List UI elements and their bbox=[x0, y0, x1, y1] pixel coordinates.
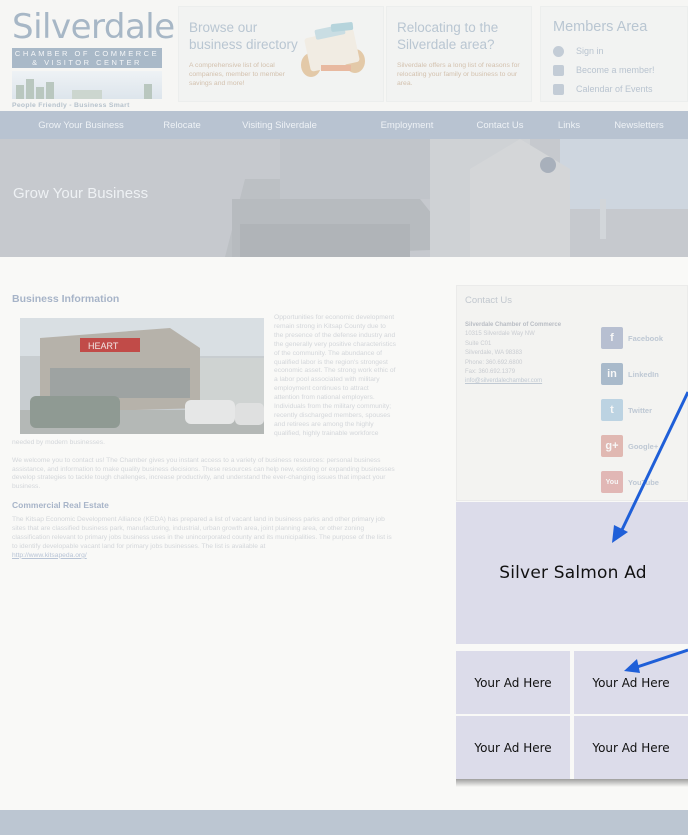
hero-title: Grow Your Business bbox=[13, 185, 149, 202]
twitter-label: Twitter bbox=[628, 405, 653, 415]
promo-relocating[interactable]: Relocating to the Silverdale area? Silve… bbox=[386, 6, 532, 102]
keda-link[interactable]: http://www.kitsapeda.org/ bbox=[12, 552, 87, 559]
contact-fax: Fax: 360.692.1379 bbox=[465, 369, 516, 376]
site-logo[interactable]: Silverdale CHAMBER OF COMMERCE & VISITOR… bbox=[12, 7, 175, 109]
store-sign-text: HEART bbox=[88, 341, 119, 351]
logo-tagline: People Friendly - Business Smart bbox=[12, 102, 130, 109]
commercial-real-estate-heading: Commercial Real Estate bbox=[12, 500, 109, 511]
address-line: Suite C01 bbox=[465, 340, 492, 347]
members-area: Members Area Sign in Become a member! Ca… bbox=[540, 6, 688, 102]
nav-links[interactable]: Links bbox=[543, 120, 595, 131]
facebook-label: Facebook bbox=[628, 333, 664, 343]
ad-slot-4[interactable]: Your Ad Here bbox=[574, 716, 688, 779]
nav-contact-us[interactable]: Contact Us bbox=[457, 120, 543, 131]
promo-relocating-title: Relocating to the Silverdale area? bbox=[397, 20, 499, 52]
commercial-real-estate-text: The Kitsap Economic Development Alliance… bbox=[12, 516, 396, 561]
hero-banner: Grow Your Business bbox=[0, 139, 688, 257]
social-linkedin[interactable]: in LinkedIn bbox=[601, 356, 688, 392]
google-plus-label: Google+ bbox=[628, 441, 659, 451]
contact-us-title: Contact Us bbox=[465, 295, 512, 306]
ad-slot-label: Your Ad Here bbox=[474, 675, 552, 690]
facebook-icon: f bbox=[601, 327, 623, 349]
logo-wordmark: Silverdale bbox=[12, 7, 175, 47]
user-icon bbox=[553, 45, 564, 57]
ad-silver-salmon[interactable]: Silver Salmon Ad bbox=[456, 502, 688, 644]
sign-in-label: Sign in bbox=[576, 46, 604, 56]
promo-directory-text: A comprehensive list of local companies,… bbox=[189, 62, 285, 87]
calendar-label: Calendar of Events bbox=[576, 84, 653, 94]
main-nav: Grow Your Business Relocate Visiting Sil… bbox=[0, 111, 688, 139]
members-area-title: Members Area bbox=[553, 19, 648, 35]
site-footer bbox=[0, 810, 688, 835]
logo-landscape-art bbox=[12, 71, 162, 99]
commercial-real-estate-para: The Kitsap Economic Development Alliance… bbox=[12, 516, 392, 550]
logo-subtitle: CHAMBER OF COMMERCE & VISITOR CENTER bbox=[12, 48, 162, 68]
business-info-section: Business Information HEART Opportunities… bbox=[12, 293, 396, 561]
ad-shadow bbox=[456, 779, 688, 787]
ad-slot-1[interactable]: Your Ad Here bbox=[456, 651, 570, 714]
social-links: f Facebook in LinkedIn t Twitter g+ Goog… bbox=[601, 320, 688, 500]
arrow-right-icon bbox=[553, 64, 564, 76]
address-line: 10315 Silverdale Way NW bbox=[465, 331, 535, 338]
promo-relocating-text: Silverdale offers a long list of reasons… bbox=[397, 62, 520, 87]
linkedin-label: LinkedIn bbox=[628, 369, 659, 379]
ad-silver-salmon-label: Silver Salmon Ad bbox=[499, 563, 647, 583]
social-youtube[interactable]: You YouTube bbox=[601, 464, 688, 500]
address-line: Silverdale, WA 98383 bbox=[465, 350, 523, 357]
become-member-link[interactable]: Become a member! bbox=[553, 62, 675, 78]
business-info-text: HEART Opportunities for economic develop… bbox=[12, 314, 396, 492]
nav-visiting-silverdale[interactable]: Visiting Silverdale bbox=[202, 120, 357, 131]
sign-in-link[interactable]: Sign in bbox=[553, 43, 675, 59]
linkedin-icon: in bbox=[601, 363, 623, 385]
business-info-para2: We welcome you to contact us! The Chambe… bbox=[12, 456, 395, 491]
nav-grow-your-business[interactable]: Grow Your Business bbox=[0, 120, 162, 131]
calendar-link[interactable]: Calendar of Events bbox=[553, 81, 675, 97]
contact-org-name: Silverdale Chamber of Commerce bbox=[465, 322, 562, 328]
ad-slot-label: Your Ad Here bbox=[474, 740, 552, 755]
become-member-label: Become a member! bbox=[576, 65, 655, 75]
calendar-icon bbox=[553, 83, 564, 95]
social-google-plus[interactable]: g+ Google+ bbox=[601, 428, 688, 464]
rolodex-icon bbox=[301, 22, 365, 77]
business-info-heading: Business Information bbox=[12, 293, 120, 305]
social-facebook[interactable]: f Facebook bbox=[601, 320, 688, 356]
promo-directory-title: Browse our business directory bbox=[189, 20, 298, 52]
ad-slot-label: Your Ad Here bbox=[592, 740, 670, 755]
nav-newsletters[interactable]: Newsletters bbox=[595, 120, 683, 131]
contact-email-link[interactable]: info@silverdalechamber.com bbox=[465, 378, 542, 384]
contact-us-box: Contact Us Silverdale Chamber of Commerc… bbox=[456, 285, 688, 501]
business-photo: HEART bbox=[20, 318, 264, 434]
contact-address: Silverdale Chamber of Commerce 10315 Sil… bbox=[465, 321, 601, 387]
ad-slot-2[interactable]: Your Ad Here bbox=[574, 651, 688, 714]
google-plus-icon: g+ bbox=[601, 435, 623, 457]
promo-directory[interactable]: Browse our business directory A comprehe… bbox=[178, 6, 384, 102]
youtube-icon: You bbox=[601, 471, 623, 493]
nav-employment[interactable]: Employment bbox=[357, 120, 457, 131]
twitter-icon: t bbox=[601, 399, 623, 421]
youtube-label: YouTube bbox=[628, 477, 659, 487]
site-header: Silverdale CHAMBER OF COMMERCE & VISITOR… bbox=[0, 0, 688, 111]
contact-phone: Phone: 360.692.6800 bbox=[465, 359, 523, 366]
social-twitter[interactable]: t Twitter bbox=[601, 392, 688, 428]
ad-slot-3[interactable]: Your Ad Here bbox=[456, 716, 570, 779]
ad-slot-label: Your Ad Here bbox=[592, 675, 670, 690]
nav-relocate[interactable]: Relocate bbox=[162, 120, 202, 131]
